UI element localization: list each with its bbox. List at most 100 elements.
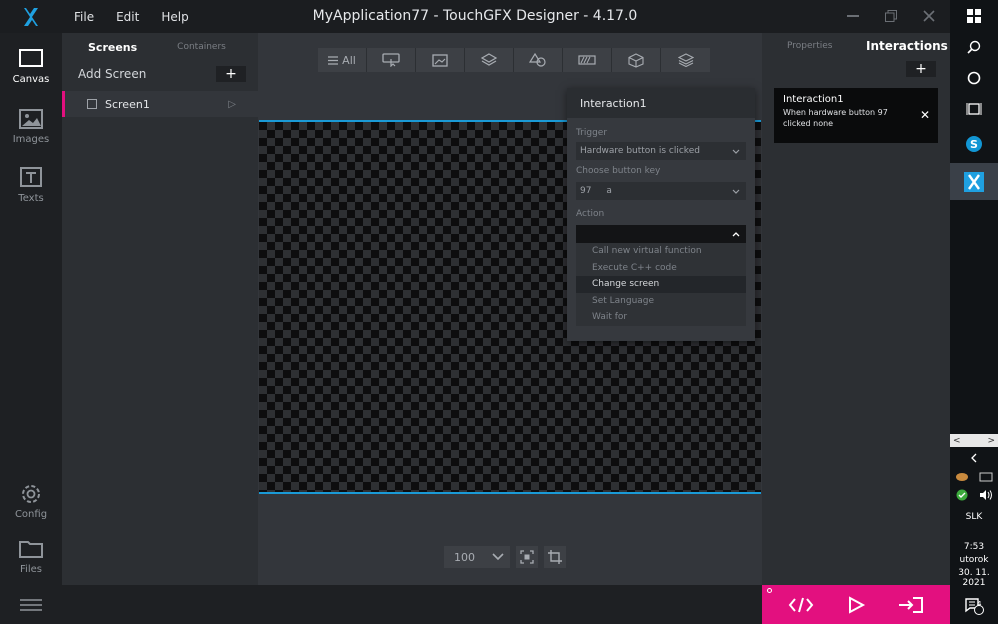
chevron-down-icon	[732, 189, 740, 194]
filter-all-button[interactable]: All	[318, 48, 367, 72]
keyboard-icon[interactable]	[979, 472, 993, 482]
chevron-left-icon[interactable]	[950, 449, 998, 467]
progress-icon	[578, 55, 596, 65]
security-check-icon[interactable]	[956, 489, 968, 501]
trigger-select[interactable]: Hardware button is clicked	[576, 142, 746, 160]
trigger-value: Hardware button is clicked	[580, 146, 700, 156]
interaction-card[interactable]: Interaction1 When hardware button 97 cli…	[774, 88, 938, 143]
folder-icon	[19, 540, 43, 558]
action-option[interactable]: Wait for	[576, 309, 746, 326]
crop-icon	[548, 550, 562, 564]
run-target-button[interactable]	[898, 596, 924, 614]
status-dot-icon	[767, 588, 772, 593]
svg-text:S: S	[970, 138, 978, 151]
tray-icons-row	[950, 486, 998, 504]
touchgfx-logo-icon[interactable]	[0, 0, 62, 33]
menu-edit[interactable]: Edit	[116, 10, 139, 24]
button-icon	[382, 53, 400, 67]
generate-code-button[interactable]	[788, 596, 814, 614]
button-key-char: a	[606, 186, 612, 196]
nav-canvas-label: Canvas	[12, 73, 50, 85]
filter-images-button[interactable]	[416, 48, 465, 72]
button-key-select[interactable]: 97 a	[576, 182, 746, 200]
filter-3d-button[interactable]	[612, 48, 661, 72]
zoom-select[interactable]: 100	[444, 546, 510, 568]
zoom-value: 100	[454, 550, 475, 564]
crop-button[interactable]	[544, 546, 566, 568]
clock-time[interactable]: 7:53	[950, 542, 998, 552]
skype-icon[interactable]: S	[950, 128, 998, 160]
tab-containers[interactable]: Containers	[177, 42, 226, 52]
button-key-code: 97	[580, 186, 592, 196]
widget-filter-toolbar: All	[318, 48, 710, 72]
cortana-icon[interactable]	[950, 62, 998, 94]
nav-files-label: Files	[20, 563, 42, 575]
task-view-icon[interactable]	[950, 93, 998, 125]
add-screen-button[interactable]: +	[216, 66, 246, 82]
interaction-description: When hardware button 97 clicked none	[783, 108, 888, 128]
notification-count: 4	[977, 600, 982, 608]
nav-canvas[interactable]: Canvas	[0, 37, 62, 95]
app-tray-icon[interactable]	[955, 472, 969, 482]
menu-help[interactable]: Help	[161, 10, 188, 24]
container-icon	[481, 53, 497, 66]
menu-file[interactable]: File	[74, 10, 94, 24]
chevron-down-icon	[732, 149, 740, 154]
nav-images[interactable]: Images	[0, 97, 62, 155]
chevron-down-icon	[492, 553, 504, 561]
filter-buttons-button[interactable]	[367, 48, 416, 72]
gear-icon	[22, 484, 40, 503]
play-icon[interactable]: ▷	[228, 99, 236, 110]
tray-scrollbar[interactable]: < >	[950, 434, 998, 447]
run-simulator-button[interactable]	[846, 595, 866, 614]
menu-bar: File Edit Help	[74, 10, 189, 24]
maximize-icon[interactable]	[882, 6, 900, 26]
left-nav: Canvas Images Texts Config Files	[0, 33, 62, 624]
text-icon	[20, 166, 42, 187]
hamburger-button[interactable]	[0, 585, 62, 624]
touchgfx-taskbar-icon[interactable]	[950, 163, 998, 200]
action-option[interactable]: Execute C++ code	[576, 260, 746, 277]
nav-files[interactable]: Files	[0, 527, 62, 585]
shapes-icon	[529, 53, 546, 67]
trigger-label: Trigger	[576, 128, 608, 138]
zoom-controls: 100	[444, 546, 566, 568]
nav-texts[interactable]: Texts	[0, 156, 62, 214]
tab-screens[interactable]: Screens	[88, 41, 137, 54]
windows-start-icon[interactable]	[950, 0, 998, 32]
tab-interactions[interactable]: Interactions	[866, 39, 948, 53]
action-select[interactable]	[576, 225, 746, 243]
chevron-up-icon	[732, 231, 740, 236]
action-option[interactable]: Set Language	[576, 293, 746, 310]
minimize-icon[interactable]	[844, 6, 862, 26]
notification-center-button[interactable]: 4	[950, 590, 998, 622]
code-icon	[788, 597, 814, 612]
run-target-icon	[899, 596, 923, 613]
screen-name: Screen1	[105, 97, 150, 111]
add-screen-label: Add Screen	[78, 67, 147, 81]
language-indicator[interactable]: SLK	[950, 512, 998, 522]
filter-progress-button[interactable]	[563, 48, 612, 72]
nav-config[interactable]: Config	[0, 472, 62, 530]
action-option[interactable]: Call new virtual function	[576, 243, 746, 260]
add-interaction-button[interactable]: +	[906, 61, 936, 77]
close-icon[interactable]	[920, 6, 938, 26]
fit-screen-button[interactable]	[516, 546, 538, 568]
filter-all-label: All	[342, 53, 356, 67]
filter-containers-button[interactable]	[465, 48, 514, 72]
search-icon[interactable]	[950, 31, 998, 63]
screen-list-item[interactable]: Screen1 ▷	[62, 91, 258, 117]
screen-checkbox[interactable]	[87, 99, 97, 109]
filter-shapes-button[interactable]	[514, 48, 563, 72]
nav-images-label: Images	[12, 133, 50, 145]
volume-icon[interactable]	[979, 489, 993, 501]
window-controls	[844, 6, 938, 26]
close-icon[interactable]: ✕	[920, 108, 930, 122]
tab-properties[interactable]: Properties	[787, 41, 832, 51]
action-option-selected[interactable]: Change screen	[576, 276, 746, 293]
add-screen-row: Add Screen +	[62, 61, 258, 87]
button-key-label: Choose button key	[576, 166, 661, 176]
interaction-editor-popup: Interaction1 Trigger Hardware button is …	[567, 88, 755, 341]
filter-layers-button[interactable]	[661, 48, 710, 72]
image-icon	[19, 108, 43, 129]
